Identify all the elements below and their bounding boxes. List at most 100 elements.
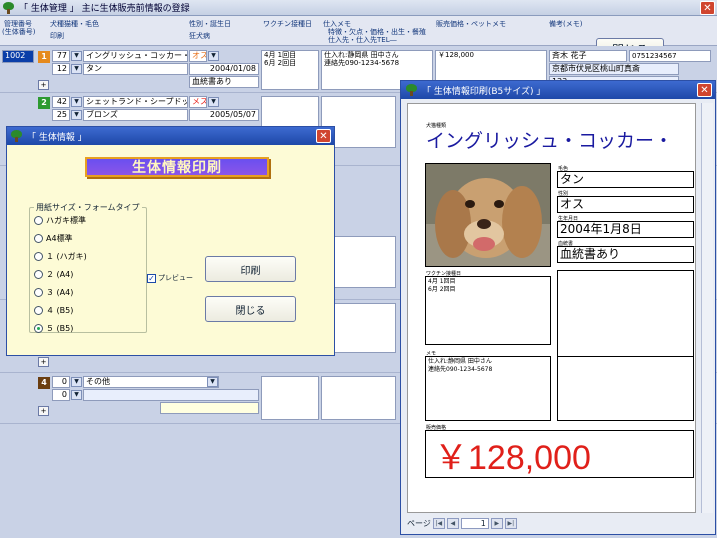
breed-code-cell[interactable]: 42 bbox=[52, 96, 70, 108]
breed-code-cell[interactable]: 77 bbox=[52, 50, 70, 62]
radio-option[interactable]: A4標準 bbox=[34, 233, 73, 244]
preview-scrollbar[interactable] bbox=[701, 103, 713, 513]
address-cell[interactable]: 京都市伏見区桃山町真斎 bbox=[549, 63, 679, 75]
dialog-title-bar: 「 生体情報 」 ✕ bbox=[7, 127, 334, 145]
expand-button[interactable]: + bbox=[38, 357, 49, 367]
radio-icon bbox=[34, 306, 43, 315]
radio-option[interactable]: １ (ハガキ) bbox=[34, 251, 87, 262]
print-dialog: 「 生体情報 」 ✕ 生体情報印刷 用紙サイズ・フォームタイプ ハガキ標準 A4… bbox=[6, 126, 335, 356]
vaccine-line-2: 6月 2回目 bbox=[428, 286, 456, 293]
radio-label: ３ (A4) bbox=[46, 288, 74, 297]
row-number-badge: 1 bbox=[38, 51, 50, 63]
memo-line-2: 連絡先090-1234-5678 bbox=[324, 59, 400, 67]
first-page-icon[interactable]: |◀ bbox=[432, 518, 445, 529]
pedigree-box: 血統書あり bbox=[557, 246, 694, 263]
radio-option[interactable]: ３ (A4) bbox=[34, 287, 73, 298]
row-number-badge: 4 bbox=[38, 377, 50, 389]
chevron-down-icon[interactable]: ▼ bbox=[207, 377, 218, 387]
preview-close-icon[interactable]: ✕ bbox=[697, 83, 712, 97]
chevron-down-icon[interactable]: ▼ bbox=[71, 390, 82, 400]
chevron-down-icon[interactable]: ▼ bbox=[71, 51, 82, 61]
radio-option-selected[interactable]: ５ (B5) bbox=[34, 323, 73, 334]
expand-button[interactable]: + bbox=[38, 80, 49, 90]
prev-page-icon[interactable]: ◀ bbox=[446, 518, 459, 529]
radio-label: ２ (A4) bbox=[46, 270, 74, 279]
tree-app-icon bbox=[405, 84, 418, 96]
paper-size-group: 用紙サイズ・フォームタイプ ハガキ標準 A4標準 １ (ハガキ) ２ (A4) … bbox=[29, 202, 147, 334]
vaccine-cell[interactable] bbox=[261, 376, 319, 420]
vaccine-line-2: 6月 2回目 bbox=[264, 59, 297, 67]
header-vaccine: ワクチン接種日 bbox=[263, 20, 312, 28]
vaccine-cell[interactable]: 4月 1回目 6月 2回目 bbox=[261, 50, 319, 90]
header-remarks: 備考(メモ) bbox=[549, 20, 583, 28]
main-window-title: 「 生体管理 」 主に生体販売前情報の登録 bbox=[19, 4, 190, 14]
phone-cell[interactable]: 0751234567 bbox=[629, 50, 711, 62]
tree-app-icon bbox=[2, 1, 15, 14]
chevron-down-icon[interactable]: ▼ bbox=[208, 97, 219, 107]
preview-checkbox-row[interactable]: ✓ プレビュー bbox=[147, 273, 193, 283]
dialog-close-button[interactable]: 閉じる bbox=[205, 296, 296, 322]
memo-box: 仕入れ:静岡県 田中さん 連絡先090-1234-5678 bbox=[425, 356, 551, 421]
header-mgmt-no2: (生体番号) bbox=[2, 28, 36, 36]
birth-cell[interactable]: 2004/01/08 bbox=[189, 63, 259, 75]
print-button[interactable]: 印刷 bbox=[205, 256, 296, 282]
purchase-memo-cell[interactable] bbox=[321, 376, 396, 420]
breed-cell[interactable]: イングリッシュ・コッカー・スパ bbox=[83, 50, 188, 62]
color-code-cell[interactable]: 25 bbox=[52, 109, 70, 121]
expand-button[interactable]: + bbox=[38, 406, 49, 416]
chevron-down-icon[interactable]: ▼ bbox=[208, 51, 219, 61]
last-page-icon[interactable]: ▶| bbox=[504, 518, 517, 529]
radio-label: １ (ハガキ) bbox=[46, 252, 87, 261]
tree-app-icon bbox=[10, 130, 23, 142]
blank-box bbox=[557, 356, 694, 421]
breed-cell[interactable]: シェットランド・シープドッグ bbox=[83, 96, 188, 108]
next-page-icon[interactable]: ▶ bbox=[490, 518, 503, 529]
birth-box: 2004年1月8日 bbox=[557, 221, 694, 238]
vaccine-line-1: 4月 1回目 bbox=[428, 278, 456, 285]
chevron-down-icon[interactable]: ▼ bbox=[71, 97, 82, 107]
radio-label: ハガキ標準 bbox=[46, 216, 86, 225]
price-box: ￥128,000 bbox=[425, 430, 694, 478]
header-sale: 販売価格・ペットメモ bbox=[436, 20, 506, 28]
kennel-cell[interactable] bbox=[160, 402, 259, 414]
memo-line-2: 連絡先090-1234-5678 bbox=[428, 366, 493, 373]
page-number-input[interactable]: 1 bbox=[460, 518, 489, 529]
color-cell[interactable] bbox=[83, 389, 259, 401]
vaccine-line-1: 4月 1回目 bbox=[264, 51, 297, 59]
preview-title-bar: 「 生体情報印刷(B5サイズ) 」 ✕ bbox=[401, 81, 715, 99]
dog-photo-icon bbox=[426, 164, 550, 266]
chevron-down-icon[interactable]: ▼ bbox=[71, 377, 82, 387]
radio-label: ４ (B5) bbox=[46, 306, 74, 315]
radio-option[interactable]: ２ (A4) bbox=[34, 269, 73, 280]
memo-line-1: 仕入れ:静岡県 田中さん bbox=[428, 358, 492, 365]
preview-title: 「 生体情報印刷(B5サイズ) 」 bbox=[422, 86, 546, 97]
print-banner: 生体情報印刷 bbox=[85, 157, 269, 177]
dialog-title: 「 生体情報 」 bbox=[27, 132, 87, 143]
color-cell[interactable]: タン bbox=[83, 63, 188, 75]
kennel-cell[interactable]: 血統書あり bbox=[189, 76, 259, 88]
radio-icon bbox=[34, 234, 43, 243]
main-close-icon[interactable]: ✕ bbox=[700, 1, 715, 15]
owner-cell[interactable]: 斉木 花子 bbox=[549, 50, 627, 62]
sex-cell[interactable]: オス bbox=[189, 50, 207, 62]
color-code-cell[interactable]: 12 bbox=[52, 63, 70, 75]
chevron-down-icon[interactable]: ▼ bbox=[71, 64, 82, 74]
color-code-cell[interactable]: 0 bbox=[52, 389, 70, 401]
checkbox-checked-icon[interactable]: ✓ bbox=[147, 273, 156, 283]
row-number-badge: 2 bbox=[38, 97, 50, 109]
dialog-close-icon[interactable]: ✕ bbox=[316, 129, 331, 143]
sex-cell[interactable]: メス bbox=[189, 96, 207, 108]
breed-code-cell[interactable]: 0 bbox=[52, 376, 70, 388]
breed-cell[interactable]: その他 bbox=[83, 376, 219, 388]
radio-option[interactable]: ハガキ標準 bbox=[34, 215, 86, 226]
birth-cell[interactable]: 2005/05/07 bbox=[189, 109, 259, 121]
radio-icon bbox=[34, 216, 43, 225]
header-sex-birth: 性別・誕生日 bbox=[189, 20, 231, 28]
radio-option[interactable]: ４ (B5) bbox=[34, 305, 73, 316]
header-breed-color: 犬種猫種・毛色 bbox=[50, 20, 99, 28]
chevron-down-icon[interactable]: ▼ bbox=[71, 110, 82, 120]
mgmt-no-cell[interactable]: 1002 bbox=[2, 50, 34, 63]
header-print: 印刷 bbox=[50, 32, 64, 40]
vaccine-box: 4月 1回目 6月 2回目 bbox=[425, 276, 551, 345]
color-cell[interactable]: ブロンズ bbox=[83, 109, 188, 121]
